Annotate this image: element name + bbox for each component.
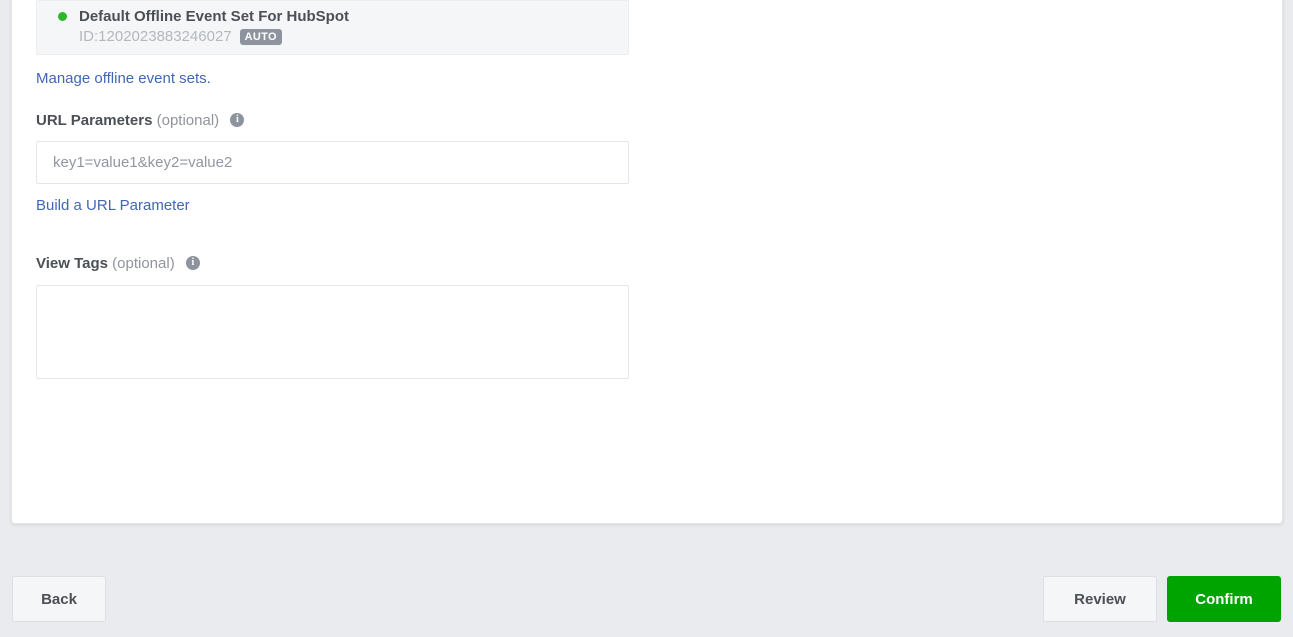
green-status-dot — [58, 12, 67, 21]
view-tags-optional-text: (optional) — [112, 255, 175, 272]
confirm-button[interactable]: Confirm — [1167, 576, 1281, 622]
event-set-name: Default Offline Event Set For HubSpot — [79, 8, 350, 25]
url-parameters-optional-text: (optional) — [156, 112, 220, 129]
info-icon[interactable]: i — [185, 256, 200, 271]
view-tags-label: View Tags (optional) i — [36, 255, 200, 272]
offline-event-set-card[interactable]: Default Offline Event Set For HubSpot ID… — [36, 0, 629, 55]
manage-offline-event-sets-link[interactable]: Manage offline event sets. — [36, 70, 211, 87]
build-url-parameter-link[interactable]: Build a URL Parameter — [36, 197, 190, 214]
back-button[interactable]: Back — [12, 576, 106, 622]
event-set-meta-row: ID:1202023883246027 AUTO — [79, 28, 628, 45]
settings-card: App Events i Offline Events i Facebook w… — [11, 0, 1283, 524]
event-set-id: ID:1202023883246027 — [79, 28, 232, 45]
auto-badge: AUTO — [239, 28, 282, 45]
event-set-title-row: Default Offline Event Set For HubSpot — [58, 8, 628, 25]
view-tags-label-text: View Tags — [36, 255, 108, 272]
url-parameters-input[interactable] — [36, 141, 629, 184]
review-button[interactable]: Review — [1043, 576, 1157, 622]
url-parameters-label: URL Parameters (optional) i — [36, 112, 245, 129]
info-icon[interactable]: i — [230, 113, 245, 128]
view-tags-textarea[interactable] — [36, 285, 629, 379]
url-parameters-label-text: URL Parameters — [36, 112, 153, 129]
